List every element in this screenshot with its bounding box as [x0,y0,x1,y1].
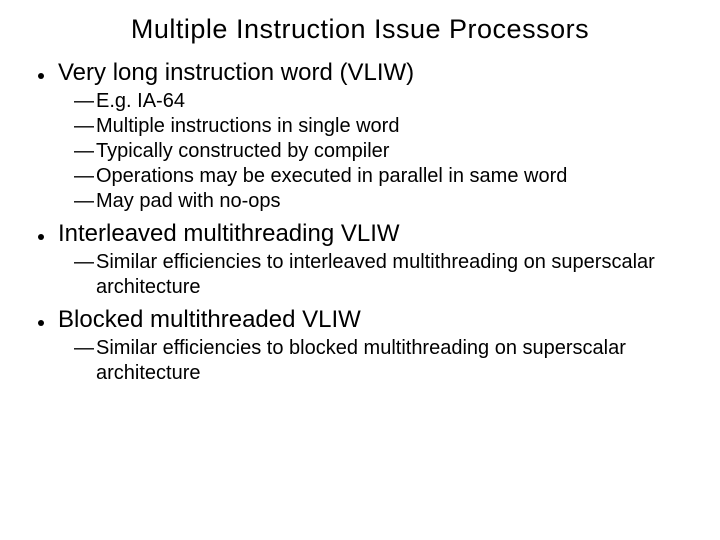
bullet-line: Very long instruction word (VLIW) [30,59,690,87]
sub-text: E.g. IA-64 [96,89,690,114]
dash-icon: — [74,189,94,214]
slide-title: Multiple Instruction Issue Processors [30,14,690,45]
sub-list: — E.g. IA-64 — Multiple instructions in … [30,89,690,214]
sub-text: Similar efficiencies to interleaved mult… [96,250,690,300]
bullet-heading: Interleaved multithreading VLIW [58,220,400,248]
sub-list: — Similar efficiencies to interleaved mu… [30,250,690,300]
slide: Multiple Instruction Issue Processors Ve… [0,0,720,402]
dash-icon: — [74,139,94,164]
list-item: Blocked multithreaded VLIW — Similar eff… [30,306,690,386]
bullet-icon [38,234,44,240]
list-item: Interleaved multithreading VLIW — Simila… [30,220,690,300]
dash-icon: — [74,114,94,139]
sub-item: — E.g. IA-64 [74,89,690,114]
sub-item: — Similar efficiencies to interleaved mu… [74,250,690,300]
sub-text: Similar efficiencies to blocked multithr… [96,336,690,386]
dash-icon: — [74,336,94,361]
sub-text: Operations may be executed in parallel i… [96,164,690,189]
bullet-heading: Very long instruction word (VLIW) [58,59,414,87]
sub-item: — Similar efficiencies to blocked multit… [74,336,690,386]
sub-list: — Similar efficiencies to blocked multit… [30,336,690,386]
bullet-icon [38,73,44,79]
bullet-list: Very long instruction word (VLIW) — E.g.… [30,59,690,386]
sub-text: May pad with no-ops [96,189,690,214]
bullet-line: Interleaved multithreading VLIW [30,220,690,248]
bullet-heading: Blocked multithreaded VLIW [58,306,361,334]
sub-item: — Typically constructed by compiler [74,139,690,164]
sub-item: — Multiple instructions in single word [74,114,690,139]
bullet-icon [38,320,44,326]
dash-icon: — [74,89,94,114]
dash-icon: — [74,164,94,189]
dash-icon: — [74,250,94,275]
bullet-line: Blocked multithreaded VLIW [30,306,690,334]
list-item: Very long instruction word (VLIW) — E.g.… [30,59,690,214]
sub-text: Typically constructed by compiler [96,139,690,164]
sub-item: — May pad with no-ops [74,189,690,214]
sub-text: Multiple instructions in single word [96,114,690,139]
sub-item: — Operations may be executed in parallel… [74,164,690,189]
